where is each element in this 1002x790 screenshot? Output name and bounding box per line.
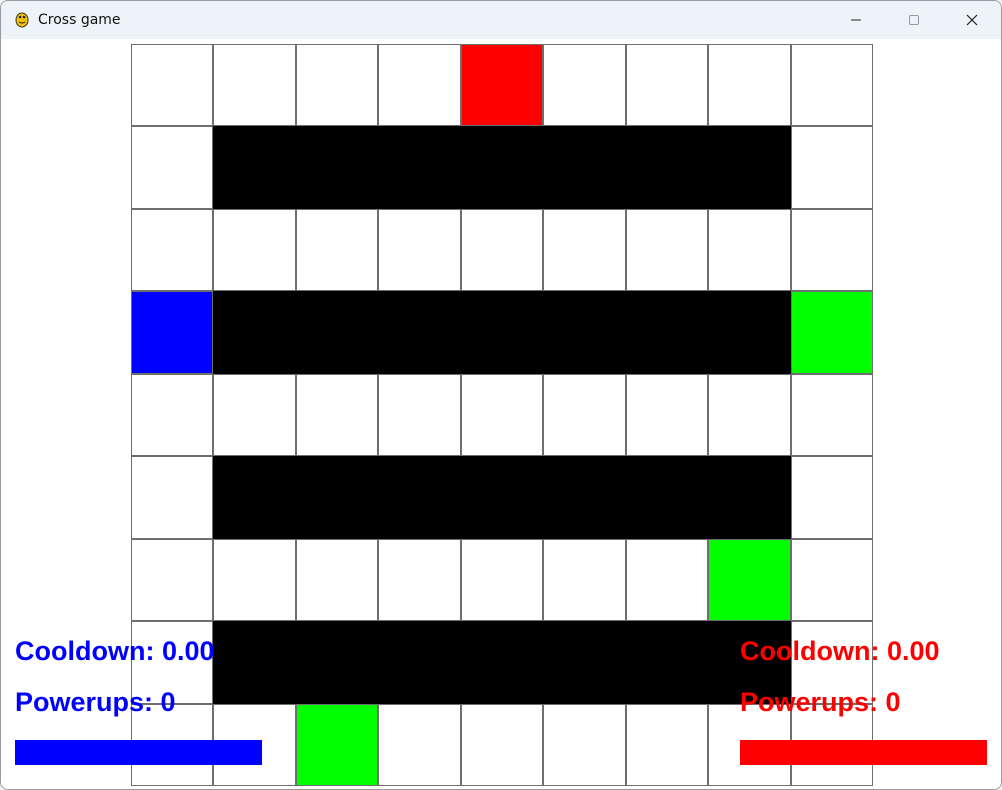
board-cell: [460, 208, 544, 292]
board-cell: [543, 373, 626, 457]
board-cell: [213, 208, 296, 292]
board-cell: [131, 208, 214, 292]
blue-powerups-label: Powerups: 0: [15, 687, 176, 717]
board-cell: [708, 208, 791, 292]
red-powerups-label: Powerups: 0: [740, 687, 901, 717]
board-cell: [295, 538, 379, 622]
board-cell: [543, 208, 626, 292]
red-cooldown-label: Cooldown: 0.00: [740, 636, 940, 666]
powerup-tile: [708, 538, 791, 622]
board-cell: [625, 44, 709, 127]
board-cell: [625, 703, 709, 786]
board-cell: [460, 373, 544, 457]
board-cell: [295, 208, 379, 292]
board-cell: [295, 44, 379, 127]
title-bar[interactable]: Cross game: [1, 1, 1001, 39]
board-cell: [378, 703, 461, 786]
game-board[interactable]: [131, 44, 873, 786]
board-cell: [213, 538, 296, 622]
board-cell: [790, 126, 873, 209]
close-button[interactable]: [943, 1, 1001, 39]
minimize-button[interactable]: [827, 1, 885, 39]
game-canvas[interactable]: Cooldown: 0.00 Powerups: 0 Cooldown: 0.0…: [1, 39, 1001, 789]
board-cell: [378, 373, 461, 457]
board-cell: [708, 44, 791, 127]
board-cell: [131, 126, 214, 209]
board-cell: [131, 44, 214, 127]
board-cell: [131, 373, 214, 457]
window-title: Cross game: [38, 12, 121, 28]
board-cell: [625, 373, 709, 457]
board-cell: [625, 538, 709, 622]
maximize-button[interactable]: [885, 1, 943, 39]
board-cell: [378, 44, 461, 127]
board-cell: [378, 538, 461, 622]
powerup-tile: [295, 703, 379, 786]
board-cell: [708, 373, 791, 457]
powerup-tile: [790, 291, 873, 374]
wall-segment: [213, 291, 791, 374]
board-cell: [790, 373, 873, 457]
close-icon: [966, 14, 978, 26]
maximize-icon: [909, 15, 919, 25]
board-cell: [543, 44, 626, 127]
board-cell: [213, 373, 296, 457]
board-cell: [543, 538, 626, 622]
board-cell: [460, 703, 544, 786]
board-cell: [790, 538, 873, 622]
wall-segment: [213, 126, 791, 209]
blue-cooldown-bar: [15, 740, 262, 765]
board-cell: [295, 373, 379, 457]
board-cell: [131, 456, 214, 539]
red-player: [460, 44, 544, 127]
game-window: Cross game Cooldown: 0.00 Powerups: 0 Co…: [0, 0, 1002, 790]
board-cell: [790, 456, 873, 539]
board-cell: [790, 208, 873, 292]
board-cell: [543, 703, 626, 786]
board-cell: [625, 208, 709, 292]
board-cell: [378, 208, 461, 292]
blue-cooldown-label: Cooldown: 0.00: [15, 636, 215, 666]
board-cell: [790, 44, 873, 127]
pygame-snake-icon: [15, 12, 29, 28]
board-cell: [213, 44, 296, 127]
wall-segment: [213, 621, 791, 704]
board-cell: [131, 538, 214, 622]
minimize-icon: [851, 19, 861, 21]
blue-player: [131, 291, 214, 374]
board-cell: [460, 538, 544, 622]
red-cooldown-bar: [740, 740, 987, 765]
wall-segment: [213, 456, 791, 539]
